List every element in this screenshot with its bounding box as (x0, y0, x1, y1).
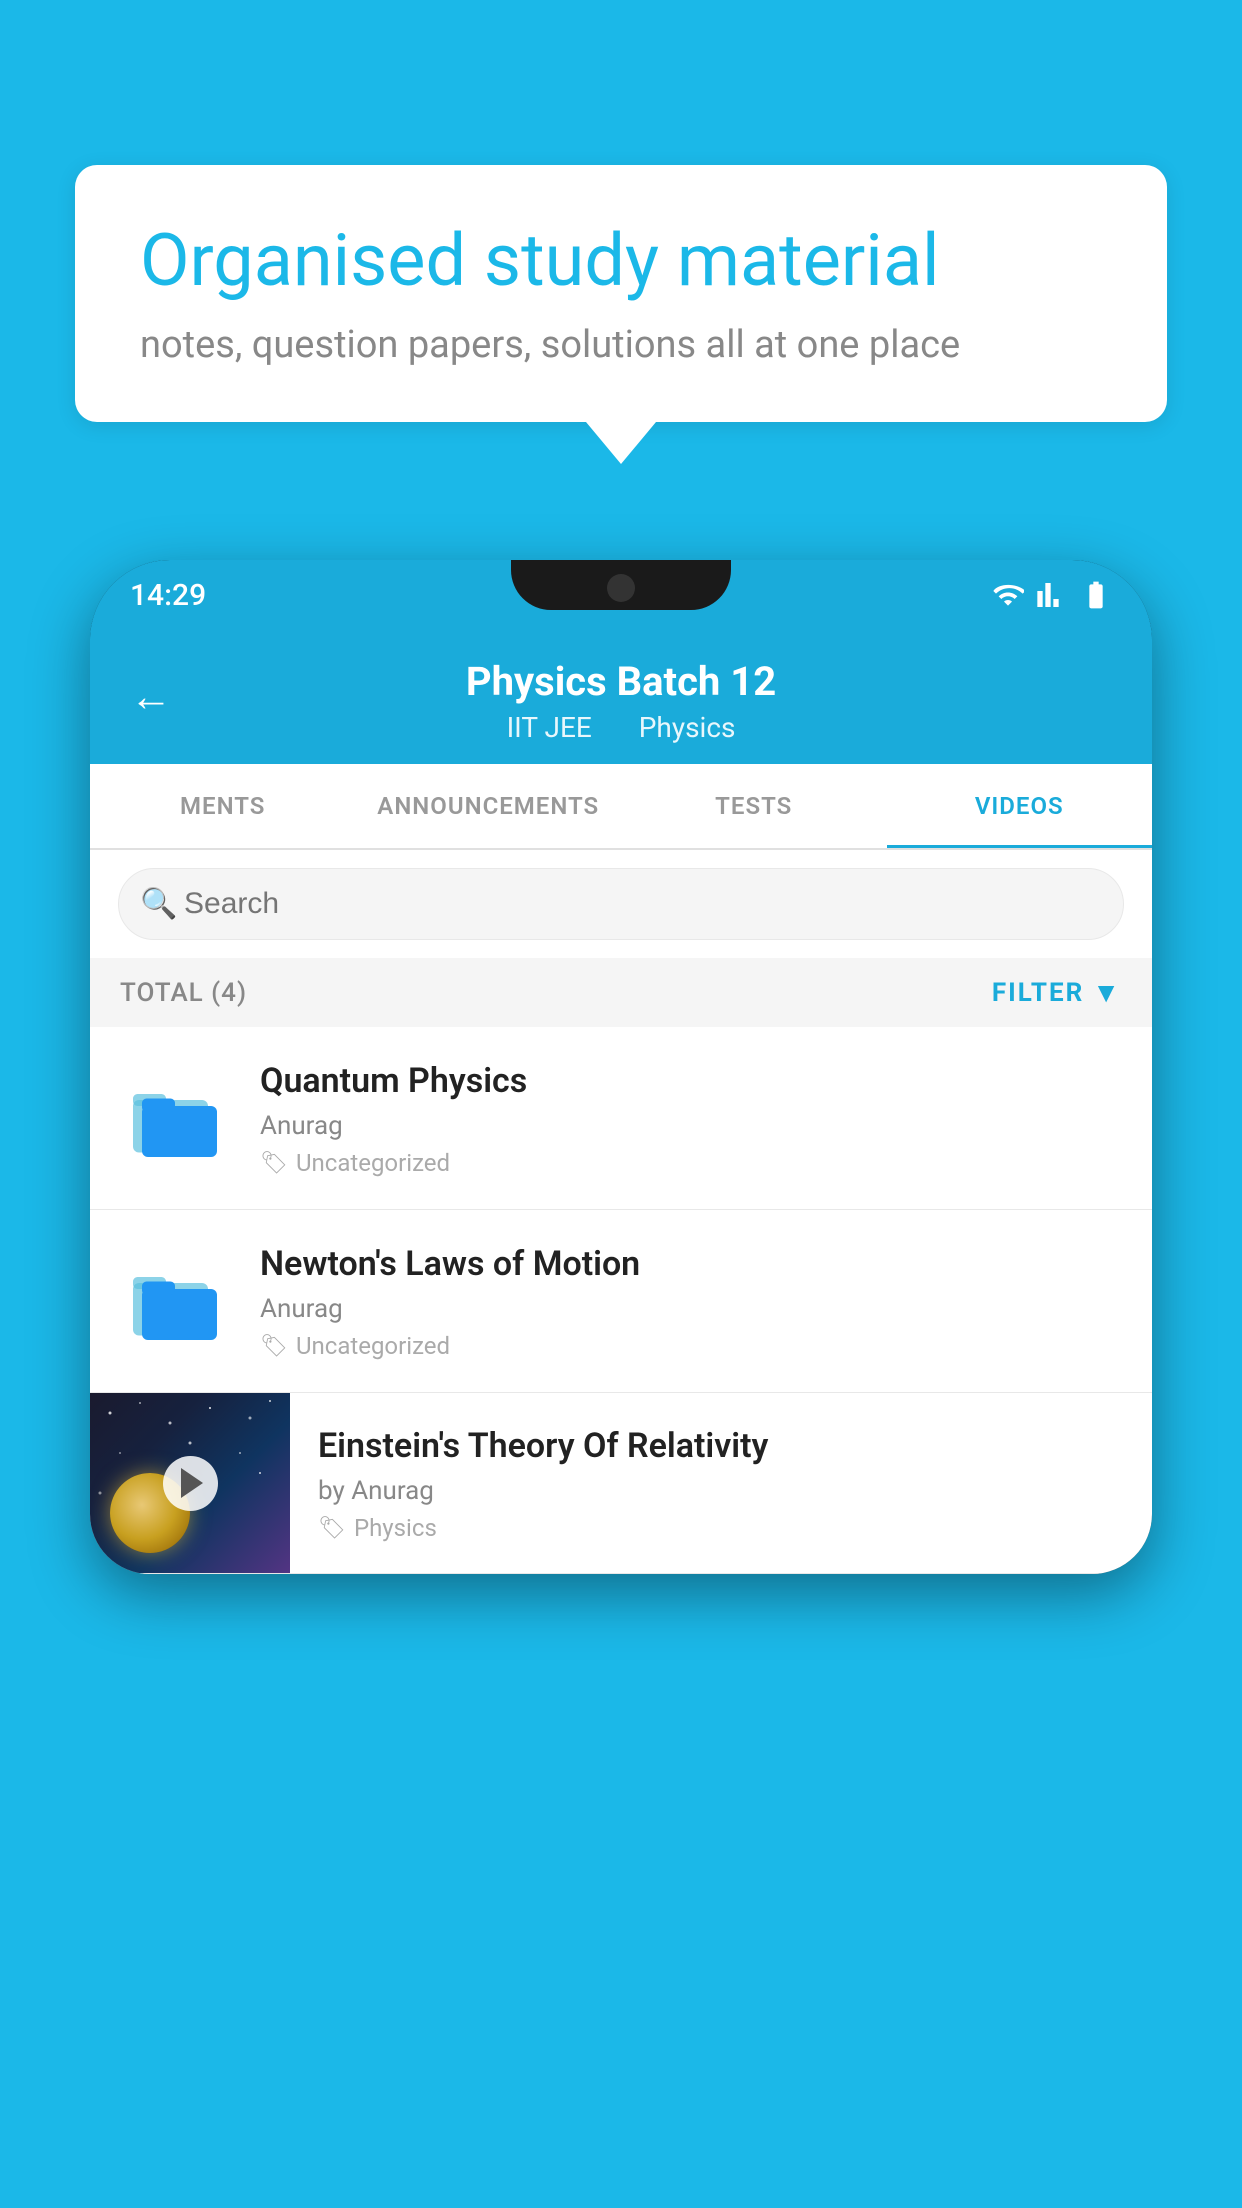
video-author-3: by Anurag (318, 1476, 1128, 1506)
video-info-3: Einstein's Theory Of Relativity by Anura… (290, 1400, 1152, 1566)
video-info-1: Quantum Physics Anurag 🏷 Uncategorized (260, 1059, 1122, 1177)
search-container: 🔍 (90, 850, 1152, 958)
wifi-icon (992, 579, 1024, 611)
search-wrap: 🔍 (118, 868, 1124, 940)
folder-icon-1 (130, 1073, 220, 1163)
tag-icon-3: 🏷 (318, 1516, 346, 1541)
signal-icon (1036, 579, 1068, 611)
search-icon: 🔍 (140, 887, 177, 922)
folder-thumb-1 (120, 1063, 230, 1173)
header-subtitle: IIT JEE Physics (130, 711, 1112, 744)
header-physics: Physics (639, 711, 736, 744)
status-bar: 14:29 (90, 560, 1152, 630)
video-title-3: Einstein's Theory Of Relativity (318, 1424, 1128, 1468)
video-title-2: Newton's Laws of Motion (260, 1242, 1122, 1286)
tabs-bar: MENTS ANNOUNCEMENTS TESTS VIDEOS (90, 764, 1152, 850)
video-author-2: Anurag (260, 1294, 1122, 1324)
video-thumbnail-3 (90, 1393, 290, 1573)
folder-thumb-2 (120, 1246, 230, 1356)
list-item[interactable]: Einstein's Theory Of Relativity by Anura… (90, 1393, 1152, 1574)
play-triangle-icon (181, 1468, 203, 1498)
tag-icon-1: 🏷 (260, 1151, 288, 1176)
speech-bubble: Organised study material notes, question… (75, 165, 1167, 422)
folder-icon-2 (130, 1256, 220, 1346)
play-button[interactable] (163, 1456, 218, 1511)
video-tag-1: 🏷 Uncategorized (260, 1149, 1122, 1177)
tab-announcements[interactable]: ANNOUNCEMENTS (356, 764, 622, 848)
status-icons (992, 579, 1112, 611)
video-info-2: Newton's Laws of Motion Anurag 🏷 Uncateg… (260, 1242, 1122, 1360)
header-title: Physics Batch 12 (130, 658, 1112, 705)
list-item[interactable]: Quantum Physics Anurag 🏷 Uncategorized (90, 1027, 1152, 1210)
video-title-1: Quantum Physics (260, 1059, 1122, 1103)
search-input[interactable] (118, 868, 1124, 940)
header-iitjee: IIT JEE (507, 711, 592, 744)
tag-icon-2: 🏷 (260, 1334, 288, 1359)
video-tag-2: 🏷 Uncategorized (260, 1332, 1122, 1360)
filter-button[interactable]: FILTER ▼ (992, 976, 1122, 1009)
app-header: ← Physics Batch 12 IIT JEE Physics (90, 630, 1152, 764)
battery-icon (1080, 579, 1112, 611)
phone-frame: 14:29 ← Physics Batch 12 (90, 560, 1152, 1574)
filter-icon: ▼ (1092, 976, 1122, 1009)
back-button[interactable]: ← (130, 673, 172, 722)
video-tag-3: 🏷 Physics (318, 1514, 1128, 1542)
camera-dot (607, 574, 635, 602)
speech-bubble-title: Organised study material (140, 220, 1102, 303)
tab-tests[interactable]: TESTS (621, 764, 887, 848)
phone-container: 14:29 ← Physics Batch 12 (90, 560, 1152, 2208)
status-time: 14:29 (130, 578, 206, 613)
tab-ments[interactable]: MENTS (90, 764, 356, 848)
list-item[interactable]: Newton's Laws of Motion Anurag 🏷 Uncateg… (90, 1210, 1152, 1393)
filter-bar: TOTAL (4) FILTER ▼ (90, 958, 1152, 1027)
speech-bubble-subtitle: notes, question papers, solutions all at… (140, 323, 1102, 367)
tab-videos[interactable]: VIDEOS (887, 764, 1153, 848)
video-list: Quantum Physics Anurag 🏷 Uncategorized (90, 1027, 1152, 1574)
total-count: TOTAL (4) (120, 978, 247, 1008)
video-author-1: Anurag (260, 1111, 1122, 1141)
